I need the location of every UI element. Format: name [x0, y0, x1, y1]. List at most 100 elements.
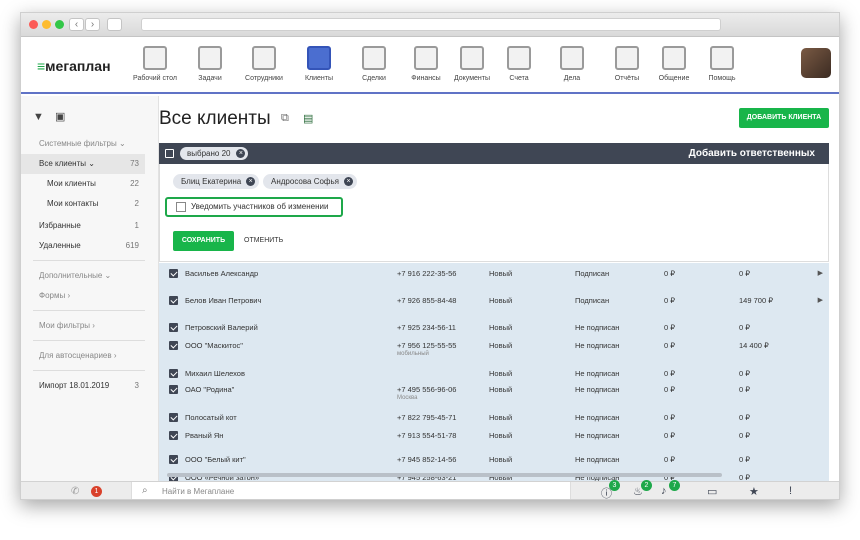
expand-arrow-icon[interactable]: ▶: [818, 296, 823, 304]
nav-item-documents[interactable]: Документы: [445, 46, 499, 82]
amount-1: 0 ₽: [664, 369, 676, 378]
client-name[interactable]: Петровский Валерий: [185, 323, 258, 332]
megaplan-logo[interactable]: ≡мегаплан: [37, 58, 111, 74]
notify-participants-checkbox[interactable]: Уведомить участников об изменении: [165, 197, 343, 217]
excel-export-icon[interactable]: ▤: [303, 112, 313, 125]
nav-item-deals[interactable]: Сделки: [347, 46, 401, 82]
nav-item-reports[interactable]: Отчёты: [600, 46, 654, 82]
client-name[interactable]: Рваный Ян: [185, 431, 223, 440]
filter-icon[interactable]: ▼: [33, 111, 44, 123]
sidebar-item-favorites[interactable]: Избранные 1: [21, 216, 145, 236]
table-row[interactable]: Петровский Валерий +7 925 234-56-11 Новый Н…: [159, 319, 829, 339]
bell-badge: 7: [669, 480, 680, 491]
sidebar-toggle-icon[interactable]: [107, 18, 122, 31]
autoscenarios-toggle[interactable]: Для автосценариев ›: [21, 346, 145, 366]
my-filters-toggle[interactable]: Мои фильтры ›: [21, 316, 145, 336]
client-name[interactable]: ООО "Белый кит": [185, 455, 246, 464]
client-name[interactable]: ОАО "Родина": [185, 385, 234, 394]
row-checkbox[interactable]: [169, 269, 178, 278]
back-button[interactable]: ‹: [69, 18, 84, 31]
divider: [33, 260, 145, 261]
horizontal-scrollbar[interactable]: [167, 473, 722, 477]
nav-item-employees[interactable]: Сотрудники: [237, 46, 291, 82]
sidebar-item-my-contacts[interactable]: Мои контакты 2: [21, 194, 145, 214]
amount-1: 0 ₽: [664, 323, 676, 332]
row-checkbox[interactable]: [169, 369, 178, 378]
clear-selection-icon[interactable]: ×: [236, 149, 246, 158]
expand-arrow-icon[interactable]: ▶: [818, 269, 823, 277]
new-folder-icon[interactable]: ▣: [55, 111, 65, 123]
row-checkbox[interactable]: [169, 455, 178, 464]
message-icon[interactable]: ▭: [707, 485, 717, 498]
row-checkbox[interactable]: [169, 323, 178, 332]
copy-icon[interactable]: ⧉: [281, 112, 289, 125]
extra-filters-toggle[interactable]: Дополнительные ⌄: [21, 266, 145, 286]
finance-icon: [414, 46, 438, 70]
star-icon[interactable]: ★: [749, 485, 759, 498]
system-filters-toggle[interactable]: Системные фильтры ⌄: [21, 134, 145, 154]
table-row[interactable]: ООО "Маскитос" +7 956 125-55-55 Новый Не по…: [159, 337, 829, 357]
forms-toggle[interactable]: Формы ›: [21, 286, 145, 306]
bell-icon[interactable]: ♪: [661, 485, 667, 497]
client-status: Новый: [489, 323, 513, 332]
phone-note: мобильный: [397, 351, 429, 357]
feedback-icon[interactable]: !: [789, 485, 792, 497]
nav-item-tasks[interactable]: Задачи: [183, 46, 237, 82]
nav-item-invoices[interactable]: Счета: [492, 46, 546, 82]
select-all-checkbox[interactable]: [165, 149, 174, 158]
table-row[interactable]: Белов Иван Петрович +7 926 855-84-48 Новый…: [159, 292, 829, 312]
table-row[interactable]: Васильев Александр +7 916 222-35-56 Новый П…: [159, 265, 829, 285]
responsible-tag: Блиц Екатерина ×: [173, 174, 260, 189]
footer-bar: ✆ 1 ⌕ Найти в Мегаплане ⓘ 3 ♨ 2 ♪ 7 ▭ ★ …: [21, 480, 839, 499]
client-name[interactable]: Полосатый кот: [185, 413, 237, 422]
nav-item-affairs[interactable]: Дела: [545, 46, 599, 82]
address-bar[interactable]: [141, 18, 721, 31]
add-client-button[interactable]: ДОБАВИТЬ КЛИЕНТА: [739, 108, 829, 128]
close-window-button[interactable]: [29, 20, 38, 29]
table-row[interactable]: Полосатый кот +7 822 795-45-71 Новый Не под…: [159, 409, 829, 429]
contract-status: Не подписан: [575, 341, 620, 350]
nav-item-chat[interactable]: Общение: [647, 46, 701, 82]
checkbox-box[interactable]: [176, 202, 186, 212]
table-row[interactable]: Рваный Ян +7 913 554-51-78 Новый Не подписа…: [159, 427, 829, 447]
amount-1: 0 ₽: [664, 455, 676, 464]
amount-2: 0 ₽: [739, 413, 751, 422]
client-status: Новый: [489, 385, 513, 394]
save-button[interactable]: СОХРАНИТЬ: [173, 231, 234, 251]
browser-window: ‹ › ≡мегаплан Рабочий стол Задачи Сотрудни…: [20, 12, 840, 500]
cancel-button[interactable]: ОТМЕНИТЬ: [244, 231, 283, 251]
alert-badge: 3: [609, 480, 620, 491]
client-name[interactable]: Белов Иван Петрович: [185, 296, 261, 305]
client-name[interactable]: ООО "Маскитос": [185, 341, 243, 350]
sidebar-item-import[interactable]: Импорт 18.01.2019 3: [21, 376, 145, 396]
forward-button[interactable]: ›: [85, 18, 100, 31]
nav-item-help[interactable]: Помощь: [695, 46, 749, 82]
row-checkbox[interactable]: [169, 413, 178, 422]
global-search[interactable]: ⌕ Найти в Мегаплане: [131, 482, 571, 499]
amount-1: 0 ₽: [664, 385, 676, 394]
row-checkbox[interactable]: [169, 431, 178, 440]
sidebar-item-my-clients[interactable]: Мои клиенты 22: [21, 174, 145, 194]
row-checkbox[interactable]: [169, 341, 178, 350]
client-name[interactable]: Васильев Александр: [185, 269, 258, 278]
sidebar-item-all-clients[interactable]: Все клиенты ⌄ 73: [21, 154, 145, 174]
row-checkbox[interactable]: [169, 296, 178, 305]
contract-status: Подписан: [575, 269, 610, 278]
remove-tag-icon[interactable]: ×: [246, 177, 256, 186]
user-avatar[interactable]: [801, 48, 831, 78]
table-row[interactable]: ООО "Белый кит" +7 945 852-14-56 Новый Не п…: [159, 451, 829, 471]
minimize-window-button[interactable]: [42, 20, 51, 29]
sidebar-item-deleted[interactable]: Удаленные 619: [21, 236, 145, 256]
client-name[interactable]: Михаил Шелехов: [185, 369, 245, 378]
phone-icon[interactable]: ✆: [71, 486, 79, 497]
client-phone: +7 916 222-35-56: [397, 269, 457, 278]
remove-tag-icon[interactable]: ×: [344, 177, 353, 186]
nav-item-clients[interactable]: Клиенты: [292, 46, 346, 82]
maximize-window-button[interactable]: [55, 20, 64, 29]
table-row[interactable]: ОАО "Родина" +7 495 556-96-06 Новый Не подп…: [159, 381, 829, 401]
row-checkbox[interactable]: [169, 385, 178, 394]
nav-item-desktop[interactable]: Рабочий стол: [128, 46, 182, 82]
sidebar-tools: ▼ ▣: [33, 110, 65, 123]
nav-item-label: Документы: [453, 75, 491, 82]
client-phone: +7 495 556-96-06: [397, 385, 457, 394]
